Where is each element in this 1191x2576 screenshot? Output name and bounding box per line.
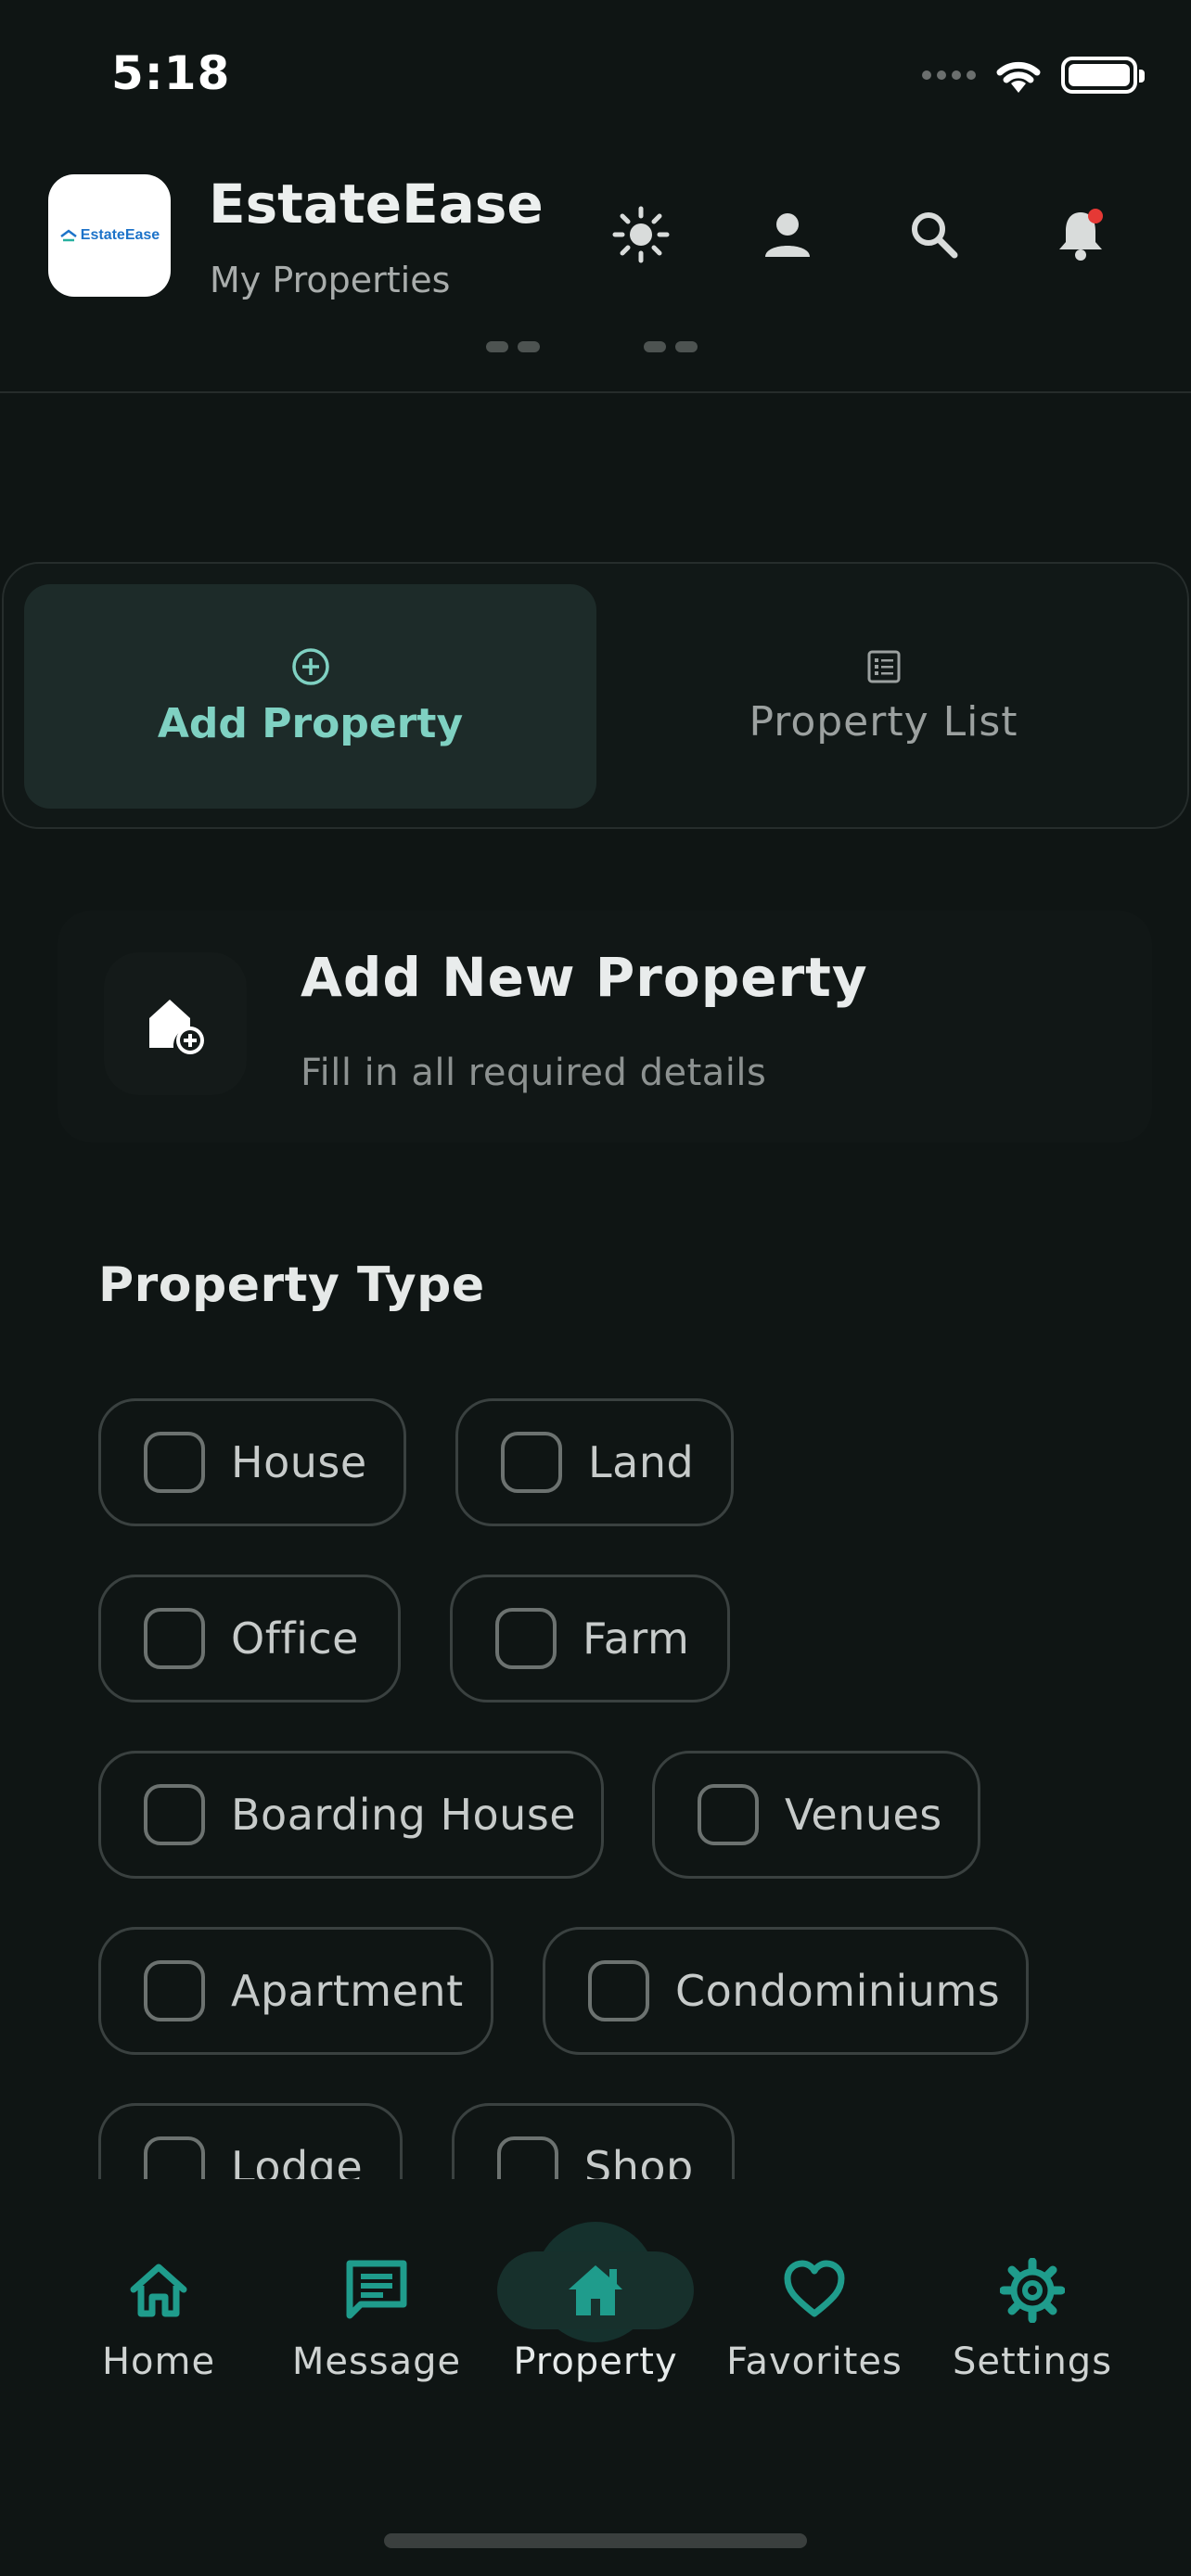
checkbox[interactable] — [497, 2136, 558, 2179]
header-divider — [0, 391, 1191, 393]
status-icons — [922, 56, 1145, 95]
nav-property[interactable]: Property — [493, 2253, 698, 2383]
checkbox[interactable] — [144, 1784, 205, 1845]
app-logo[interactable]: EstateEase — [48, 174, 171, 297]
chip-label: Condominiums — [675, 1966, 1001, 2016]
page-indicator-right — [644, 341, 698, 352]
checkbox[interactable] — [588, 1960, 649, 2021]
chip-land[interactable]: Land — [455, 1398, 734, 1526]
property-type-heading: Property Type — [98, 1257, 485, 1313]
checkbox[interactable] — [495, 1608, 557, 1669]
nav-property-label: Property — [513, 2340, 678, 2383]
profile-button[interactable] — [752, 199, 823, 270]
checkbox[interactable] — [144, 2136, 205, 2179]
chip-label: Land — [588, 1437, 695, 1487]
user-icon — [765, 213, 810, 257]
nav-settings[interactable]: Settings — [930, 2253, 1134, 2383]
page-subtitle: My Properties — [210, 260, 451, 300]
chip-lodge[interactable]: Lodge — [98, 2103, 403, 2179]
app-title: EstateEase — [209, 172, 544, 236]
home-indicator[interactable] — [384, 2533, 807, 2548]
logo-mark-icon — [60, 229, 77, 242]
chip-condominiums[interactable]: Condominiums — [543, 1927, 1029, 2055]
chip-label: Apartment — [231, 1966, 464, 2016]
property-tabs: Add Property Property List — [2, 562, 1189, 829]
wifi-icon — [996, 61, 1041, 93]
nav-home-label: Home — [101, 2340, 216, 2383]
chip-label: House — [231, 1437, 367, 1487]
plus-circle-icon — [291, 647, 329, 685]
sun-icon — [612, 206, 670, 263]
heart-icon — [784, 2260, 845, 2317]
chip-shop[interactable]: Shop — [452, 2103, 735, 2179]
chip-label: Farm — [583, 1613, 690, 1664]
card-icon-container — [104, 952, 247, 1095]
add-property-card: Add New Property Fill in all required de… — [58, 911, 1152, 1142]
nav-message[interactable]: Message — [275, 2253, 479, 2383]
search-button[interactable] — [899, 199, 969, 270]
cellular-signal-icon — [922, 70, 976, 80]
chip-boarding-house[interactable]: Boarding House — [98, 1751, 604, 1879]
chip-venues[interactable]: Venues — [652, 1751, 980, 1879]
logo-text: EstateEase — [80, 227, 160, 243]
status-time: 5:18 — [111, 46, 231, 100]
chip-house[interactable]: House — [98, 1398, 406, 1526]
property-type-options: House Land Office Farm Boarding House Ve… — [0, 1382, 1191, 2179]
chip-label: Boarding House — [231, 1790, 577, 1840]
chip-label: Venues — [785, 1790, 942, 1840]
chip-office[interactable]: Office — [98, 1575, 401, 1702]
chip-label: Office — [231, 1613, 359, 1664]
nav-favorites[interactable]: Favorites — [712, 2253, 916, 2383]
card-subtitle: Fill in all required details — [301, 1052, 767, 1094]
nav-favorites-label: Favorites — [726, 2340, 903, 2383]
home-icon — [130, 2264, 187, 2317]
app-screen: 5:18 EstateEase EstateEase My Properties — [0, 0, 1191, 2576]
checkbox[interactable] — [501, 1432, 562, 1493]
chip-label: Shop — [584, 2142, 694, 2179]
checkbox[interactable] — [144, 1608, 205, 1669]
theme-toggle-button[interactable] — [606, 199, 676, 270]
notifications-button[interactable] — [1045, 199, 1116, 270]
message-icon — [346, 2260, 407, 2319]
nav-settings-label: Settings — [952, 2340, 1113, 2383]
chip-apartment[interactable]: Apartment — [98, 1927, 493, 2055]
property-icon — [569, 2265, 622, 2315]
checkbox[interactable] — [144, 1432, 205, 1493]
nav-home[interactable]: Home — [57, 2253, 261, 2383]
tab-property-list-label: Property List — [749, 697, 1018, 746]
chip-farm[interactable]: Farm — [450, 1575, 730, 1702]
checkbox[interactable] — [144, 1960, 205, 2021]
tab-add-property[interactable]: Add Property — [24, 584, 596, 809]
house-add-icon — [149, 1000, 204, 1054]
list-icon — [867, 650, 900, 682]
nav-message-label: Message — [291, 2340, 462, 2383]
tab-add-property-label: Add Property — [157, 699, 464, 747]
battery-icon — [1061, 57, 1145, 94]
notification-badge — [1088, 209, 1103, 223]
tab-property-list[interactable]: Property List — [597, 584, 1170, 809]
page-indicator-left — [486, 341, 540, 352]
bottom-navigation: Home Message Property Favorites Settings — [0, 2179, 1191, 2576]
card-title: Add New Property — [301, 946, 868, 1009]
gear-icon — [1000, 2258, 1065, 2323]
search-icon — [912, 212, 958, 259]
chip-label: Lodge — [231, 2142, 364, 2179]
checkbox[interactable] — [698, 1784, 759, 1845]
